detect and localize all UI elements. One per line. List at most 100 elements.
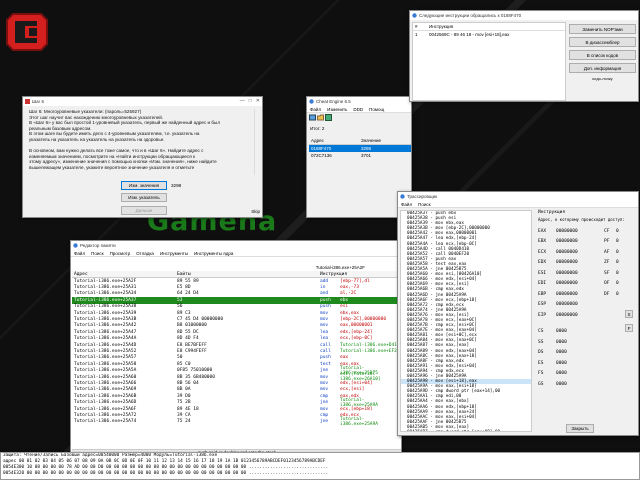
ce-titlebar[interactable]: Cheat Engine 6.5 (307, 97, 411, 106)
register-value[interactable]: 00000000 (556, 302, 604, 307)
row-opcode: call (320, 342, 331, 348)
menu-item[interactable]: Файл (74, 251, 85, 256)
column-header[interactable]: Адрес (72, 272, 177, 277)
flag-value[interactable]: 0 (616, 292, 626, 297)
add-to-codelist-button[interactable]: В список кодов (569, 50, 636, 60)
flag-value[interactable]: 0 (616, 250, 626, 255)
tutorial-text: Шаг 6: Многоуровневые указатели: (пароль… (29, 109, 257, 175)
step-button[interactable]: S (625, 310, 633, 318)
disassembly-row[interactable]: Tutorial-i386.exe+25A38 56 push esi (72, 304, 401, 310)
menu-item[interactable]: Изменить (327, 107, 347, 112)
column-header[interactable]: Адрес (311, 138, 361, 143)
register-value[interactable]: 00000000 (556, 229, 604, 234)
result-row[interactable]: 0188F470 3298 (309, 145, 411, 152)
disassembly-row[interactable]: Tutorial-i386.exe+25A42 B8 01000000 mov eax… (72, 323, 401, 329)
register-value[interactable]: 00000000 (556, 292, 604, 297)
hex-view[interactable]: Защита: Чтение/Запись Базовый адрес=0054… (0, 452, 640, 480)
menu-item[interactable]: Инструменты (160, 251, 188, 256)
tutorial-scrollbar[interactable] (254, 109, 259, 175)
row-operands: [ebp-77],dl (340, 278, 370, 284)
register-value[interactable]: 00000000 (556, 260, 604, 265)
menu-item[interactable]: Файл (401, 202, 412, 207)
mv-titlebar[interactable]: Редактор памяти (71, 241, 401, 250)
change-value-button[interactable]: Изм. значения (121, 181, 167, 190)
column-header[interactable]: Инструкция (320, 272, 401, 277)
segment-value[interactable]: 0000 (556, 371, 567, 376)
disassembly-row[interactable]: Tutorial-i386.exe+25A69 8B 0A mov ecx,[esi] (72, 387, 401, 393)
menu-item[interactable]: Поиск (418, 202, 430, 207)
menu-item[interactable]: Инструменты ядра (194, 251, 233, 256)
menu-item[interactable]: Просмотр (110, 251, 131, 256)
column-header[interactable]: Инструкция (429, 24, 453, 29)
tracer-titlebar[interactable]: Трассировщик (398, 192, 638, 201)
disassembler-view[interactable]: Адрес Байты Инструкция Tutorial-i386.exe… (72, 271, 401, 449)
disassembly-row[interactable]: Tutorial-i386.exe+25A31 E5 8D in eax,-73 (72, 284, 401, 290)
menu-item[interactable]: Файл (310, 107, 321, 112)
trace-row[interactable]: 00425AB7 - cmp dword ptr [eax+08],00 (401, 430, 531, 431)
close-button[interactable]: Закрыть (566, 424, 594, 433)
disassembly-row[interactable]: Tutorial-i386.exe+25A60 8B 35 6B480000 mov… (72, 372, 401, 382)
column-header[interactable]: # (415, 24, 423, 29)
replace-nop-button[interactable]: Заменить NOP'ами (569, 24, 636, 34)
disassembly-row[interactable]: Tutorial-i386.exe+25A39 89 C3 mov ebx,eax (72, 310, 401, 316)
disassembly-row[interactable]: Tutorial-i386.exe+25A6D 75 2B jne Tutorial-… (72, 398, 401, 408)
maximize-icon[interactable]: □ (249, 98, 252, 104)
register-value[interactable]: 00000000 (556, 271, 604, 276)
row-bytes: C7 45 D4 00000000 (177, 317, 224, 323)
register-value[interactable]: 00000000 (556, 313, 604, 318)
menu-item[interactable]: DDD (353, 107, 363, 112)
segment-value[interactable]: 0000 (556, 329, 567, 334)
flag-value[interactable]: 0 (616, 271, 626, 276)
open-process-icon[interactable] (309, 114, 316, 121)
disassembly-row[interactable]: Tutorial-i386.exe+25A34 64 24 D4 and al,-2C (72, 291, 401, 297)
more-info-button[interactable]: Доп. информация (569, 63, 636, 73)
flag-value[interactable]: 0 (616, 229, 626, 234)
disassembly-row[interactable]: Tutorial-i386.exe+25A4D E8 BE7BFEFF call Tu… (72, 342, 401, 348)
disassembly-row[interactable]: Tutorial-i386.exe+25A74 75 24 jne Tutorial-… (72, 417, 401, 427)
row-operands: Tutorial-i386.exe+EF20 (340, 348, 400, 354)
column-header[interactable]: Байты (177, 272, 320, 277)
minimize-icon[interactable]: — (240, 98, 245, 104)
register-value[interactable]: 00000000 (556, 239, 604, 244)
disassembly-row[interactable]: Tutorial-i386.exe+25A57 50 push eax (72, 355, 401, 361)
segment-value[interactable]: 0000 (556, 382, 567, 387)
change-pointer-button[interactable]: Изм. указатель (121, 193, 167, 202)
disassembly-row[interactable]: Tutorial-i386.exe+25A66 8B 56 04 mov edx,[e… (72, 380, 401, 386)
row-bytes: E8 BE7BFEFF (177, 342, 207, 348)
disassembly-row[interactable]: Tutorial-i386.exe+25A2F 89 55 89 add [ebp-7… (72, 278, 401, 284)
flag-value[interactable]: 0 (616, 281, 626, 286)
menu-item[interactable]: Помощ (369, 107, 384, 112)
menu-item[interactable]: Отладка (136, 251, 154, 256)
close-icon[interactable]: ✕ (256, 98, 260, 104)
disassembly-row[interactable]: Tutorial-i386.exe+25A6F 89 4E 18 mov ecx,[e… (72, 406, 401, 412)
flag-value[interactable]: 0 (616, 260, 626, 265)
open-file-icon[interactable] (317, 114, 324, 121)
show-disassembler-button[interactable]: В дизассемблер (569, 37, 636, 47)
tutorial-titlebar[interactable]: Шаг 6 — □ ✕ (23, 97, 262, 106)
disassembly-row[interactable]: Tutorial-i386.exe+25A47 8D 55 DC lea edx,[e… (72, 329, 401, 335)
segment-value[interactable]: 0000 (556, 361, 567, 366)
fwa-titlebar[interactable]: Следующие инструкции обращались к 0188F4… (410, 11, 638, 20)
register-value[interactable]: 00000000 (556, 281, 604, 286)
column-header[interactable]: Значение (361, 138, 381, 143)
flag-value[interactable]: 0 (616, 239, 626, 244)
disassembly-row[interactable]: Tutorial-i386.exe+25A37 53 push ebx (72, 297, 401, 304)
row-address: Tutorial-i386.exe+25A39 (74, 310, 137, 316)
row-opcode: mov (320, 310, 329, 316)
disassembly-row[interactable]: Tutorial-i386.exe+25A3B C7 45 D4 00000000… (72, 316, 401, 323)
next-button[interactable]: Дальше (121, 206, 167, 215)
hex-line[interactable]: 0054E320 00 00 00 00 00 00 00 00 00 00 0… (1, 471, 639, 477)
skip-link[interactable]: Skip (251, 209, 260, 214)
disassembly-row[interactable]: Tutorial-i386.exe+25A4A 8D 4D F4 lea ecx,[e… (72, 336, 401, 342)
segment-value[interactable]: 0000 (556, 340, 567, 345)
register-value[interactable]: 00000000 (556, 250, 604, 255)
flags-button[interactable]: F (625, 324, 633, 332)
result-row[interactable]: 072C7136 3701 (309, 152, 411, 159)
segment-value[interactable]: 0000 (556, 350, 567, 355)
instruction-row[interactable]: 1 0042569C - 89 46 18 - mov [esi+18],eax (413, 31, 565, 38)
disassembly-row[interactable]: Tutorial-i386.exe+25A52 E8 C994FEFF call Tu… (72, 348, 401, 354)
trace-list[interactable]: 00425A37 - push ebx 00425A38 - push esi 00… (400, 210, 532, 432)
save-icon[interactable] (325, 114, 332, 121)
address-box[interactable]: Tutorial-i386.exe+25A2F (316, 265, 365, 270)
menu-item[interactable]: Поиск (91, 251, 103, 256)
